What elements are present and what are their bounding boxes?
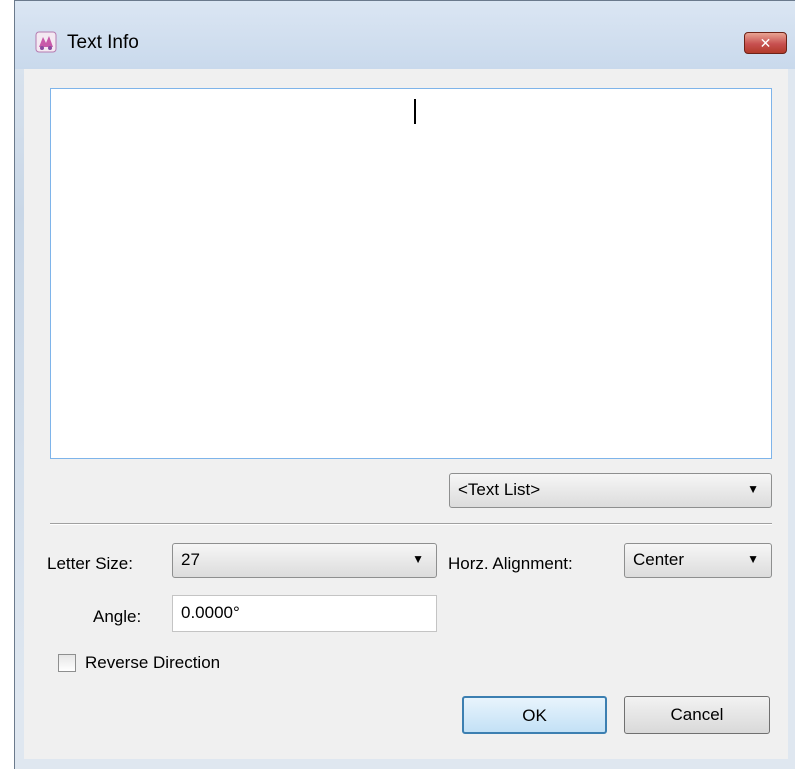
text-cursor: [414, 99, 416, 124]
horz-alignment-label: Horz. Alignment:: [448, 554, 573, 573]
text-list-value: <Text List>: [458, 480, 541, 499]
horz-alignment-dropdown[interactable]: Center ▼: [624, 543, 772, 578]
chevron-down-icon: ▼: [412, 552, 424, 566]
chevron-down-icon: ▼: [747, 482, 759, 496]
chevron-down-icon: ▼: [747, 552, 759, 566]
close-icon: ✕: [759, 35, 772, 51]
cancel-button[interactable]: Cancel: [624, 696, 770, 734]
text-input-area[interactable]: [50, 88, 772, 459]
window-title: Text Info: [67, 32, 139, 53]
text-info-dialog: Text Info ✕ <Text List> ▼ Letter Size: 2…: [14, 0, 795, 769]
close-button[interactable]: ✕: [744, 32, 787, 54]
angle-input[interactable]: 0.0000°: [172, 595, 437, 632]
reverse-direction-label[interactable]: Reverse Direction: [85, 653, 220, 673]
reverse-direction-checkbox[interactable]: [58, 654, 76, 672]
angle-value: 0.0000°: [181, 603, 240, 622]
text-list-dropdown[interactable]: <Text List> ▼: [449, 473, 772, 508]
angle-label: Angle:: [93, 607, 142, 626]
letter-size-value: 27: [181, 550, 200, 569]
separator: [50, 523, 772, 525]
letter-size-label: Letter Size:: [47, 554, 133, 573]
app-icon: [35, 31, 57, 53]
ok-button[interactable]: OK: [462, 696, 607, 734]
title-bar[interactable]: Text Info ✕: [15, 1, 795, 69]
dialog-body: <Text List> ▼ Letter Size: 27 ▼ Horz. Al…: [24, 69, 788, 759]
horz-alignment-value: Center: [633, 550, 685, 569]
letter-size-dropdown[interactable]: 27 ▼: [172, 543, 437, 578]
window-frame: [15, 1, 24, 701]
